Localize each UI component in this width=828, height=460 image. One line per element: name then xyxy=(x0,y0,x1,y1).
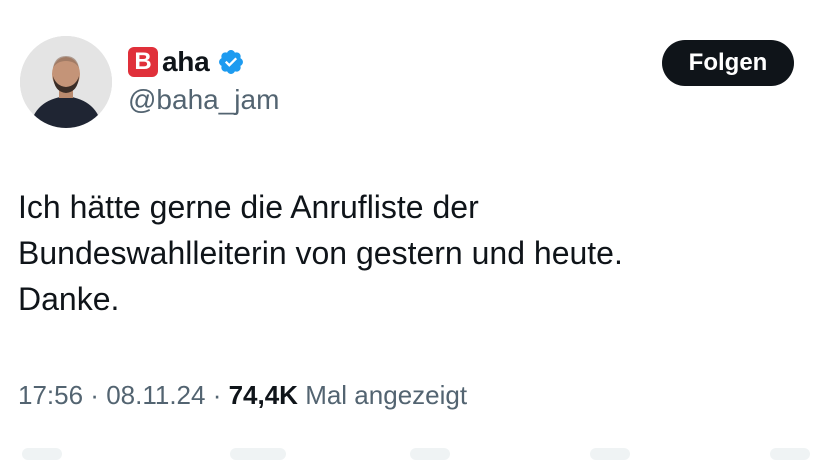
author-handle[interactable]: @baha_jam xyxy=(128,84,279,116)
views-count[interactable]: 74,4K xyxy=(229,380,298,411)
action-bar-stub xyxy=(590,448,630,460)
b-button-emoji-icon: B xyxy=(128,47,158,77)
tweet-time[interactable]: 17:56 xyxy=(18,380,83,411)
tweet-date[interactable]: 08.11.24 xyxy=(106,380,205,411)
avatar[interactable] xyxy=(20,36,112,128)
views-label: Mal angezeigt xyxy=(297,380,468,410)
tweet-card: B aha @baha_jam Folgen Ich hätte gerne d… xyxy=(0,0,828,460)
action-bar-stub xyxy=(230,448,286,460)
author-display-name[interactable]: aha xyxy=(162,46,210,78)
avatar-photo xyxy=(20,36,112,128)
meta-separator: · xyxy=(83,380,107,410)
verified-badge-icon xyxy=(219,50,244,74)
tweet-meta: 17:56 · 08.11.24 · 74,4K Mal angezeigt xyxy=(18,380,467,411)
action-bar-stub xyxy=(770,448,810,460)
meta-separator: · xyxy=(205,380,229,410)
action-bar-stub xyxy=(410,448,450,460)
tweet-text: Ich hätte gerne die Anrufliste der Bunde… xyxy=(18,189,623,317)
author-name-row[interactable]: B aha xyxy=(128,44,245,80)
action-bar-stub xyxy=(22,448,62,460)
follow-button[interactable]: Folgen xyxy=(662,40,794,86)
